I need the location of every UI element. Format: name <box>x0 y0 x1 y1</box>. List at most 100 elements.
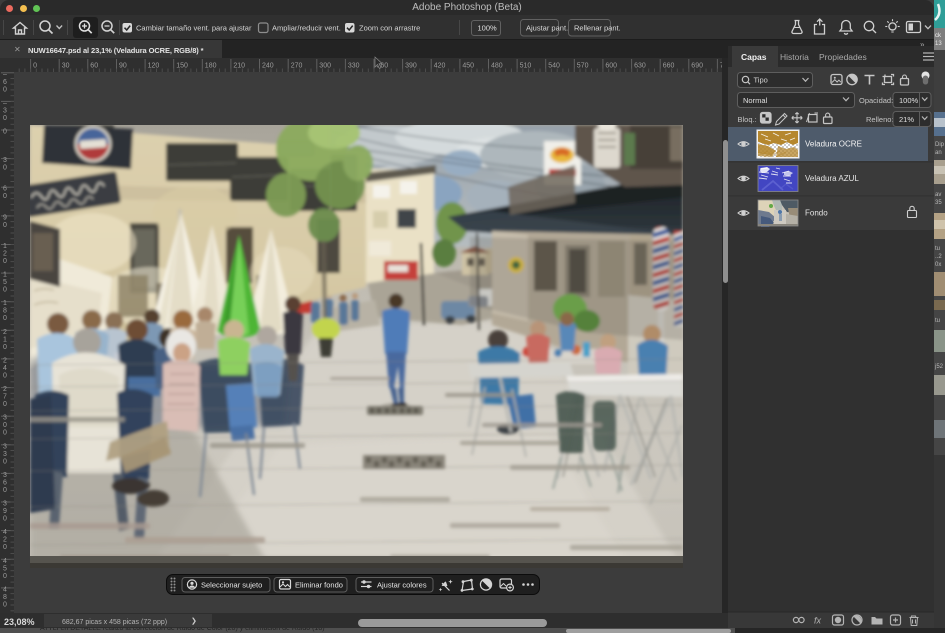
svg-text:4: 4 <box>3 586 7 593</box>
svg-text:fx: fx <box>814 616 822 626</box>
svg-text:570: 570 <box>577 63 589 70</box>
svg-text:330: 330 <box>348 63 360 70</box>
svg-text:an: an <box>935 150 942 156</box>
svg-text:100%: 100% <box>899 96 919 105</box>
svg-text:0: 0 <box>3 422 7 429</box>
svg-text:0: 0 <box>33 63 37 70</box>
svg-text:1: 1 <box>3 243 7 250</box>
svg-text:540: 540 <box>548 63 560 70</box>
svg-text:0: 0 <box>3 573 7 580</box>
svg-text:4: 4 <box>3 529 7 536</box>
svg-text:9: 9 <box>3 214 7 221</box>
svg-text:2: 2 <box>3 386 7 393</box>
svg-text:0: 0 <box>3 487 7 494</box>
svg-text:Rellenar pant.: Rellenar pant. <box>574 24 621 33</box>
svg-text:j52: j52 <box>934 364 944 370</box>
svg-text:0: 0 <box>3 601 7 608</box>
svg-text:3: 3 <box>3 157 7 164</box>
svg-text:1: 1 <box>3 300 7 307</box>
svg-text:Seleccionar sujeto: Seleccionar sujeto <box>201 581 262 590</box>
svg-text:9: 9 <box>3 508 7 515</box>
svg-text:150: 150 <box>176 63 188 70</box>
svg-text:270: 270 <box>291 63 303 70</box>
svg-text:180: 180 <box>205 63 217 70</box>
svg-text:0: 0 <box>3 344 7 351</box>
svg-text:–: – <box>3 100 7 107</box>
svg-text:690: 690 <box>691 63 703 70</box>
svg-text:5: 5 <box>3 279 7 286</box>
svg-text:0: 0 <box>3 430 7 437</box>
svg-text:Zoom con arrastre: Zoom con arrastre <box>359 24 420 33</box>
svg-text:Historia: Historia <box>780 52 809 62</box>
svg-text:Ampliar/reducir vent.: Ampliar/reducir vent. <box>272 24 341 33</box>
svg-text:Relleno:: Relleno: <box>866 115 894 124</box>
svg-text:1: 1 <box>3 272 7 279</box>
svg-text:Capas: Capas <box>741 52 767 62</box>
svg-text:Normal: Normal <box>743 96 768 105</box>
svg-text:Veladura OCRE: Veladura OCRE <box>805 140 862 149</box>
svg-text:..2: ..2 <box>935 254 942 260</box>
svg-text:7: 7 <box>3 394 7 401</box>
svg-text:60: 60 <box>90 63 98 70</box>
svg-text:120: 120 <box>148 63 160 70</box>
svg-text:0: 0 <box>3 165 7 172</box>
svg-text:90: 90 <box>119 63 127 70</box>
svg-text:450: 450 <box>462 63 474 70</box>
svg-text:510: 510 <box>520 63 532 70</box>
svg-text:tu: tu <box>935 318 940 324</box>
svg-text:Propiedades: Propiedades <box>819 52 867 62</box>
svg-text:6: 6 <box>3 186 7 193</box>
svg-text:4: 4 <box>3 365 7 372</box>
svg-text:3: 3 <box>3 415 7 422</box>
svg-text:0: 0 <box>3 258 7 265</box>
svg-text:300: 300 <box>319 63 331 70</box>
svg-text:630: 630 <box>634 63 646 70</box>
svg-text:0x: 0x <box>935 262 941 268</box>
svg-text:8: 8 <box>3 594 7 601</box>
svg-text:0: 0 <box>3 287 7 294</box>
svg-text:5: 5 <box>3 565 7 572</box>
svg-text:Ajustar colores: Ajustar colores <box>377 581 427 590</box>
svg-text:3: 3 <box>3 107 7 114</box>
svg-text:Fondo: Fondo <box>805 209 828 218</box>
svg-text:13: 13 <box>935 41 942 47</box>
svg-text:Cambiar tamaño vent. para ajus: Cambiar tamaño vent. para ajustar <box>136 24 252 33</box>
svg-text:av: av <box>935 192 941 198</box>
svg-text:2: 2 <box>3 329 7 336</box>
svg-text:100%: 100% <box>478 24 498 33</box>
svg-text:Ajustar pant.: Ajustar pant. <box>526 24 568 33</box>
svg-text:480: 480 <box>491 63 503 70</box>
svg-text:Dip: Dip <box>935 142 945 148</box>
svg-text:ck: ck <box>935 33 942 39</box>
svg-text:0: 0 <box>3 115 7 122</box>
svg-text:Tipo: Tipo <box>754 76 768 85</box>
svg-text:6: 6 <box>3 79 7 86</box>
svg-text:2: 2 <box>3 537 7 544</box>
svg-text:1: 1 <box>3 336 7 343</box>
svg-text:Bloq.:: Bloq.: <box>738 115 757 124</box>
svg-text:240: 240 <box>262 63 274 70</box>
svg-text:3: 3 <box>3 501 7 508</box>
svg-text:0: 0 <box>3 544 7 551</box>
svg-text:21%: 21% <box>899 115 914 124</box>
svg-text:0: 0 <box>3 222 7 229</box>
svg-text:35: 35 <box>935 200 942 206</box>
svg-text:3: 3 <box>3 472 7 479</box>
svg-text:0: 0 <box>3 458 7 465</box>
svg-text:4: 4 <box>3 558 7 565</box>
svg-text:tu: tu <box>935 246 940 252</box>
svg-text:600: 600 <box>605 63 617 70</box>
svg-text:0: 0 <box>3 315 7 322</box>
svg-text:Veladura AZUL: Veladura AZUL <box>805 174 859 183</box>
svg-text:Eliminar fondo: Eliminar fondo <box>295 581 343 590</box>
svg-text:3: 3 <box>3 443 7 450</box>
svg-text:210: 210 <box>233 63 245 70</box>
svg-text:3: 3 <box>3 451 7 458</box>
svg-text:0: 0 <box>3 86 7 93</box>
svg-text:0: 0 <box>3 401 7 408</box>
svg-text:2: 2 <box>3 357 7 364</box>
svg-text:420: 420 <box>434 63 446 70</box>
svg-text:0: 0 <box>3 193 7 200</box>
svg-text:390: 390 <box>405 63 417 70</box>
svg-text:Opacidad:: Opacidad: <box>859 96 893 105</box>
